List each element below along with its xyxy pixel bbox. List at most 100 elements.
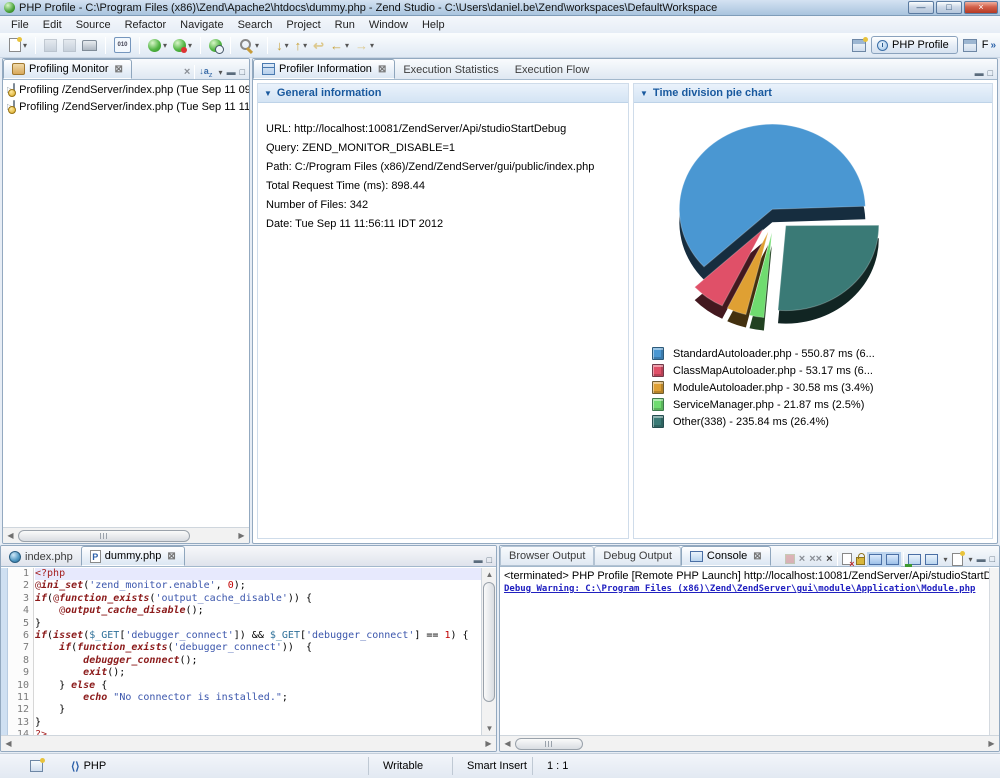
general-information-header[interactable]: ▼ General information bbox=[258, 84, 628, 103]
close-button[interactable]: × bbox=[964, 1, 998, 14]
print-button[interactable] bbox=[80, 35, 99, 55]
console-hscrollbar[interactable]: ◀ ▶ bbox=[500, 735, 999, 751]
minimize-view-icon[interactable]: ▬ bbox=[474, 554, 483, 566]
scroll-thumb[interactable] bbox=[483, 582, 495, 702]
scroll-right-icon[interactable]: ▶ bbox=[234, 531, 249, 540]
menu-window[interactable]: Window bbox=[362, 18, 415, 32]
run-icon bbox=[173, 39, 186, 52]
menu-file[interactable]: File bbox=[4, 18, 36, 32]
sort-sessions-icon[interactable]: ↓az bbox=[199, 66, 212, 79]
menu-project[interactable]: Project bbox=[279, 18, 327, 32]
scroll-up-icon[interactable]: ▲ bbox=[482, 568, 497, 579]
perspective-chevron[interactable]: » bbox=[990, 40, 996, 51]
back-button[interactable]: ←▾ bbox=[328, 35, 351, 55]
tab-profiler-information[interactable]: Profiler Information ⊠ bbox=[253, 59, 395, 79]
other-perspective-icon[interactable] bbox=[963, 39, 977, 52]
menu-refactor[interactable]: Refactor bbox=[118, 18, 174, 32]
close-icon[interactable]: ⊠ bbox=[753, 551, 761, 562]
menu-run[interactable]: Run bbox=[328, 18, 362, 32]
profiling-session-item[interactable]: ▷Profiling /ZendServer/index.php (Tue Se… bbox=[3, 98, 249, 115]
terminate-icon[interactable] bbox=[785, 554, 795, 564]
back-history-button[interactable]: ↩ bbox=[311, 35, 326, 55]
code-area[interactable]: <?php@ini_set('zend_monitor.enable', 0);… bbox=[35, 568, 481, 735]
fast-view-icon[interactable] bbox=[30, 760, 43, 772]
tab-dummy-php[interactable]: P dummy.php ⊠ bbox=[81, 546, 185, 566]
scroll-left-icon[interactable]: ◀ bbox=[3, 531, 18, 540]
editor-hscrollbar[interactable]: ◀ ▶ bbox=[1, 735, 496, 751]
tab-index-php[interactable]: index.php bbox=[1, 547, 81, 566]
scroll-left-icon[interactable]: ◀ bbox=[1, 739, 16, 748]
minimize-view-icon[interactable]: ▬ bbox=[977, 553, 986, 565]
arrow-down-icon: ↓ bbox=[276, 39, 283, 52]
minimize-view-icon[interactable]: ▬ bbox=[227, 66, 236, 78]
search-button[interactable]: ▾ bbox=[237, 35, 261, 55]
console-vscrollbar[interactable] bbox=[989, 568, 999, 735]
maximize-view-icon[interactable]: □ bbox=[988, 67, 993, 79]
tab-console[interactable]: Console ⊠ bbox=[681, 546, 771, 566]
profile-dialog-button[interactable]: 010 bbox=[112, 35, 133, 55]
save-all-button[interactable] bbox=[61, 35, 78, 55]
profiling-session-item[interactable]: ▷Profiling /ZendServer/index.php (Tue Se… bbox=[3, 81, 249, 98]
close-icon[interactable]: ⊠ bbox=[114, 64, 122, 75]
show-console-on-error-icon[interactable] bbox=[886, 554, 899, 565]
scroll-right-icon[interactable]: ▶ bbox=[984, 739, 999, 748]
run-button[interactable]: ▾ bbox=[171, 35, 194, 55]
terminate-all-icon[interactable]: × bbox=[826, 553, 832, 565]
tab-execution-flow[interactable]: Execution Flow bbox=[507, 60, 598, 79]
main-toolbar: ▾ 010 ▾ ▾ ▾ ↓▾ ↑▾ ↩ ←▾ →▾ PHP Profile F … bbox=[0, 33, 1000, 58]
delete-session-icon[interactable]: × bbox=[184, 66, 190, 78]
menu-navigate[interactable]: Navigate bbox=[173, 18, 230, 32]
show-console-on-output-icon[interactable] bbox=[869, 554, 882, 565]
menu-source[interactable]: Source bbox=[69, 18, 118, 32]
maximize-view-icon[interactable]: □ bbox=[240, 66, 245, 78]
console-warning-link[interactable]: Debug Warning: C:\Program Files (x86)\Ze… bbox=[500, 582, 989, 594]
open-perspective-icon[interactable] bbox=[852, 39, 866, 52]
save-button[interactable] bbox=[42, 35, 59, 55]
scroll-down-icon[interactable]: ▼ bbox=[482, 724, 497, 733]
time-division-header[interactable]: ▼ Time division pie chart bbox=[634, 84, 992, 103]
scroll-thumb[interactable] bbox=[515, 738, 583, 750]
new-console-icon[interactable] bbox=[952, 553, 963, 566]
scroll-left-icon[interactable]: ◀ bbox=[500, 739, 515, 748]
php-profile-perspective-button[interactable]: PHP Profile bbox=[871, 36, 958, 54]
next-annotation-button[interactable]: ↑▾ bbox=[293, 35, 310, 55]
tab-execution-statistics[interactable]: Execution Statistics bbox=[395, 60, 506, 79]
last-edit-location-button[interactable]: ↓▾ bbox=[274, 35, 291, 55]
menu-edit[interactable]: Edit bbox=[36, 18, 69, 32]
clear-console-icon[interactable] bbox=[842, 553, 852, 565]
minimize-button[interactable]: — bbox=[908, 1, 934, 14]
editor-vscrollbar[interactable]: ▲ ▼ bbox=[481, 568, 496, 735]
maximize-view-icon[interactable]: □ bbox=[487, 554, 492, 566]
minimize-view-icon[interactable]: ▬ bbox=[975, 67, 984, 79]
profiler-tabbar: Profiler Information ⊠ Execution Statist… bbox=[253, 59, 997, 80]
profile-url-button[interactable] bbox=[207, 35, 224, 55]
new-wizard-button[interactable]: ▾ bbox=[7, 35, 29, 55]
maximize-view-icon[interactable]: □ bbox=[990, 553, 995, 565]
tab-profiling-monitor[interactable]: Profiling Monitor ⊠ bbox=[3, 59, 132, 79]
forward-button[interactable]: →▾ bbox=[353, 35, 376, 55]
code-line: echo "No connector is installed."; bbox=[35, 692, 481, 704]
remove-launch-icon[interactable]: × bbox=[799, 553, 805, 565]
profiling-monitor-hscrollbar[interactable]: ◀ ▶ bbox=[3, 527, 249, 543]
tab-browser-output[interactable]: Browser Output bbox=[500, 546, 594, 566]
remove-all-launches-icon[interactable]: ×× bbox=[809, 553, 822, 565]
display-console-icon[interactable] bbox=[925, 554, 938, 565]
console-output[interactable]: <terminated> PHP Profile [Remote PHP Lau… bbox=[500, 568, 989, 735]
scroll-thumb[interactable] bbox=[18, 530, 190, 542]
scroll-lock-icon[interactable] bbox=[856, 557, 865, 565]
search-icon bbox=[239, 38, 253, 52]
debug-button[interactable]: ▾ bbox=[146, 35, 169, 55]
pie-chart-legend: StandardAutoloader.php - 550.87 ms (6...… bbox=[652, 345, 992, 430]
close-icon[interactable]: ⊠ bbox=[167, 551, 175, 562]
menu-search[interactable]: Search bbox=[231, 18, 280, 32]
info-line: Total Request Time (ms): 898.44 bbox=[266, 180, 628, 199]
close-icon[interactable]: ⊠ bbox=[378, 64, 386, 75]
scroll-right-icon[interactable]: ▶ bbox=[481, 739, 496, 748]
title-bar: PHP Profile - C:\Program Files (x86)\Zen… bbox=[0, 0, 1000, 16]
open-console-icon[interactable] bbox=[908, 554, 921, 565]
maximize-button[interactable]: □ bbox=[936, 1, 962, 14]
tab-debug-output[interactable]: Debug Output bbox=[594, 546, 681, 566]
line-number: 5 bbox=[8, 618, 29, 630]
menu-help[interactable]: Help bbox=[415, 18, 452, 32]
code-editor[interactable]: 123456789101112131415 <?php@ini_set('zen… bbox=[1, 568, 481, 735]
